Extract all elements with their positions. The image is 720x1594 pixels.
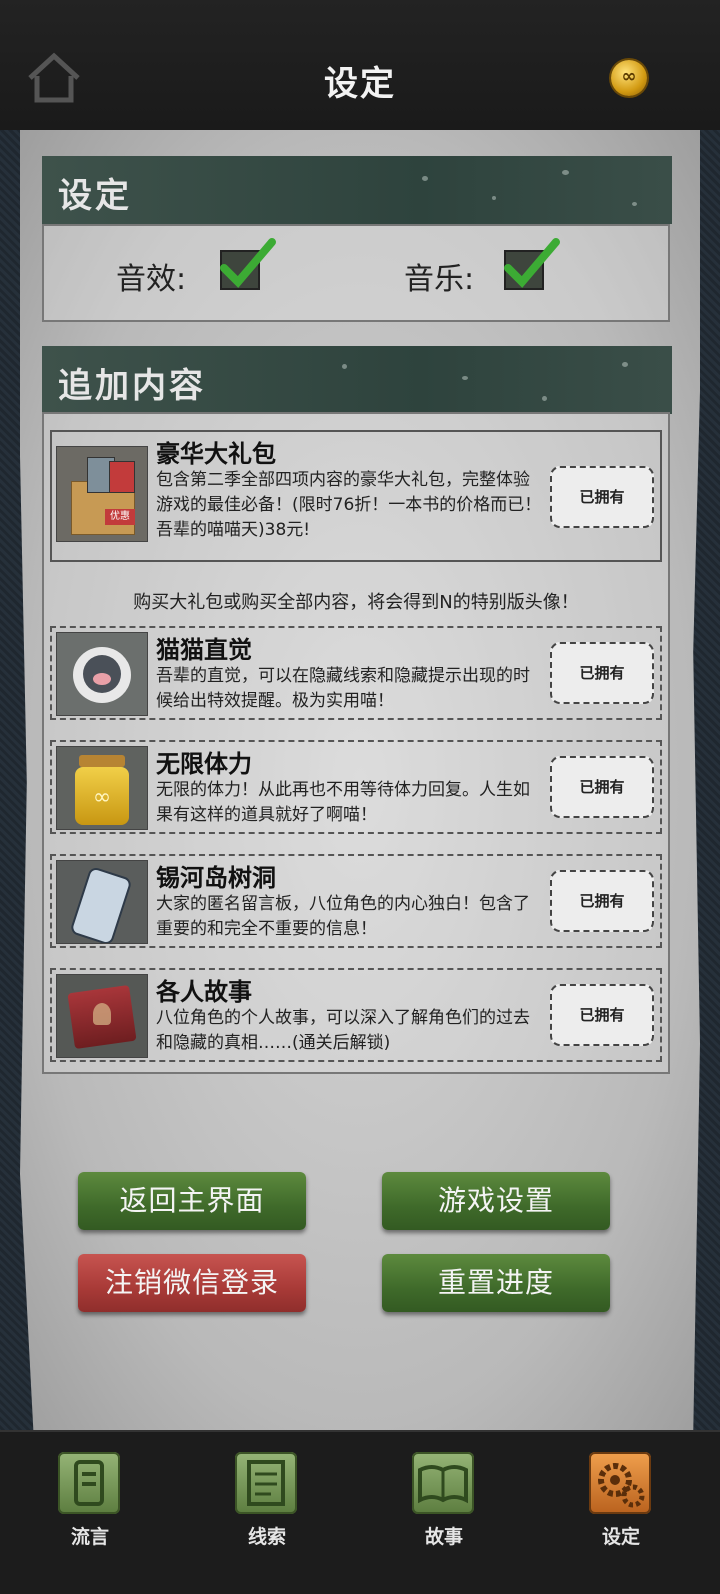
tab-rumors[interactable]: 流言 <box>35 1452 145 1582</box>
game-settings-button[interactable]: 游戏设置 <box>382 1172 610 1230</box>
owned-stamp: 已拥有 <box>550 642 654 704</box>
music-label: 音乐: <box>404 262 475 297</box>
owned-stamp: 已拥有 <box>550 756 654 818</box>
tab-label: 设定 <box>601 1526 640 1548</box>
item-desc: 无限的体力！从此再也不用等待体力回复。人生如果有这样的道具就好了啊喵！ <box>156 780 530 825</box>
addon-item-cat-intuition[interactable]: 猫猫直觉 吾辈的直觉，可以在隐藏线索和隐藏提示出现的时候给出特效提醒。极为实用喵… <box>50 626 662 720</box>
bundle-notice: 购买大礼包或购买全部内容，将会得到N的特别版头像！ <box>133 592 579 613</box>
tab-label: 故事 <box>424 1526 463 1548</box>
tab-clues[interactable]: 线索 <box>212 1452 322 1582</box>
settings-heading: 设定 <box>58 176 132 216</box>
logout-wechat-button[interactable]: 注销微信登录 <box>78 1254 306 1312</box>
gift-box-thumbnail: 优惠 <box>56 446 148 542</box>
item-desc: 八位角色的个人故事，可以深入了解角色们的过去和隐藏的真相……(通关后解锁) <box>156 1008 530 1053</box>
jar-icon: ∞ <box>56 746 148 830</box>
settings-section-header: 设定 <box>42 156 672 224</box>
cat-paw-icon <box>56 632 148 716</box>
tab-label: 线索 <box>247 1526 286 1548</box>
item-desc: 大家的匿名留言板，八位角色的内心独白！包含了重要的和完全不重要的信息！ <box>156 894 530 939</box>
discount-tag: 优惠 <box>105 509 135 525</box>
return-main-button[interactable]: 返回主界面 <box>78 1172 306 1230</box>
phone-icon <box>58 1452 120 1514</box>
checkmark-icon <box>220 238 276 288</box>
sound-label: 音效: <box>116 262 187 297</box>
tab-settings[interactable]: 设定 <box>566 1452 676 1582</box>
checkmark-icon <box>504 238 560 288</box>
tab-story[interactable]: 故事 <box>389 1452 499 1582</box>
addons-section-header: 追加内容 <box>42 346 672 414</box>
item-title: 各人故事 <box>156 978 252 1006</box>
open-book-icon <box>412 1452 474 1514</box>
gear-icon <box>589 1452 651 1514</box>
bundle-item[interactable]: 优惠 豪华大礼包 包含第二季全部四项内容的豪华大礼包，完整体验游戏的最佳必备！(… <box>50 430 662 562</box>
item-desc: 吾辈的直觉，可以在隐藏线索和隐藏提示出现的时候给出特效提醒。极为实用喵！ <box>156 666 530 711</box>
bundle-desc: 包含第二季全部四项内容的豪华大礼包，完整体验游戏的最佳必备！(限时76折！一本书… <box>156 470 542 540</box>
notepad-icon <box>235 1452 297 1514</box>
item-title: 猫猫直觉 <box>156 636 252 664</box>
addon-item-infinite-stamina[interactable]: ∞ 无限体力 无限的体力！从此再也不用等待体力回复。人生如果有这样的道具就好了啊… <box>50 740 662 834</box>
owned-stamp: 已拥有 <box>550 870 654 932</box>
top-bar: 设定 ∞ <box>0 0 720 130</box>
tab-label: 流言 <box>70 1526 109 1548</box>
settings-box: 音效: 音乐: <box>42 224 670 322</box>
owned-stamp: 已拥有 <box>550 984 654 1046</box>
reset-progress-button[interactable]: 重置进度 <box>382 1254 610 1312</box>
owned-stamp: 已拥有 <box>550 466 654 528</box>
music-checkbox[interactable] <box>504 238 560 290</box>
addon-item-tree-hole[interactable]: 锡河岛树洞 大家的匿名留言板，八位角色的内心独白！包含了重要的和完全不重要的信息… <box>50 854 662 948</box>
item-title: 锡河岛树洞 <box>156 864 276 892</box>
book-icon <box>56 974 148 1058</box>
bundle-title: 豪华大礼包 <box>156 440 276 468</box>
bottom-tab-bar: 流言 线索 故事 设定 <box>0 1430 720 1594</box>
coin-icon[interactable]: ∞ <box>611 60 647 96</box>
phone-icon <box>56 860 148 944</box>
addon-item-personal-stories[interactable]: 各人故事 八位角色的个人故事，可以深入了解角色们的过去和隐藏的真相……(通关后解… <box>50 968 662 1062</box>
addons-heading: 追加内容 <box>58 366 206 406</box>
sound-checkbox[interactable] <box>220 238 276 290</box>
item-title: 无限体力 <box>156 750 252 778</box>
